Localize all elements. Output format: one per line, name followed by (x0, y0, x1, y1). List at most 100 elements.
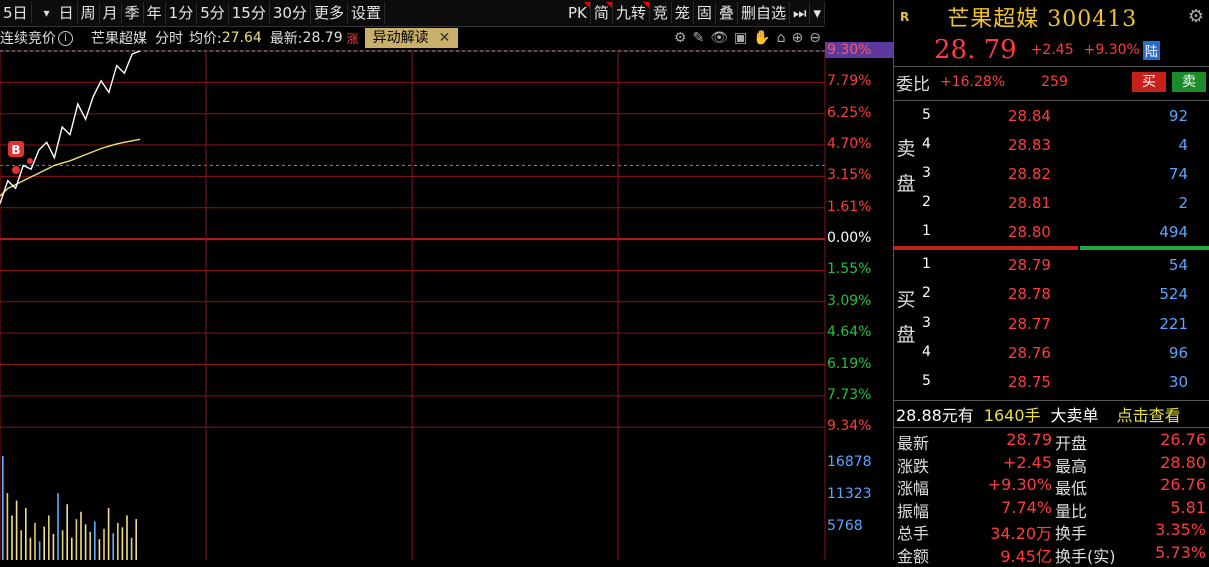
big-order-link[interactable]: 点击查看 (1117, 402, 1181, 426)
quote-header: R 芒果超媒 300413 ⚙ (894, 0, 1209, 34)
order-ratio-diff: 259 (1041, 74, 1068, 90)
ask-volume: 74 (1168, 165, 1188, 183)
ask-price: 28.84 (1008, 107, 1051, 125)
volume-bar (48, 515, 50, 560)
ask-volume: 92 (1168, 107, 1188, 125)
zoom-out-icon[interactable]: ⊖ (809, 30, 821, 46)
price-change: +2.45 (1030, 42, 1074, 58)
ask-row[interactable]: 3 28.82 74 (894, 159, 1209, 188)
anomaly-label: 异动解读 (372, 30, 429, 46)
stat-value: 9.45亿 (1000, 546, 1052, 566)
sell-button[interactable]: 卖 (1172, 72, 1206, 92)
price-axis-label: 7.73% (827, 386, 872, 403)
period-tab[interactable]: 周 (78, 2, 100, 24)
stock-title: 芒果超媒 300413 (947, 7, 1138, 32)
bag-icon[interactable]: ▣ (734, 30, 747, 46)
bid-level: 3 (922, 314, 931, 331)
ask-row[interactable]: 5 28.84 92 (894, 101, 1209, 130)
close-icon[interactable]: ✕ (439, 30, 451, 46)
volume-bar (94, 521, 96, 560)
buy-button[interactable]: 买 (1132, 72, 1166, 92)
buy-marker-label: B (11, 143, 20, 157)
period-tab[interactable]: 更多 (311, 2, 348, 24)
bid-row[interactable]: 2 28.78 524 (894, 279, 1209, 308)
price-line (0, 50, 141, 205)
intraday-chart[interactable]: B (0, 0, 893, 560)
period-tab[interactable]: 5日 (0, 2, 32, 24)
big-order-alert[interactable]: 28.88元有 1640手 大卖单 点击查看 (894, 400, 1209, 427)
bid-row[interactable]: 3 28.77 221 (894, 309, 1209, 338)
period-tab[interactable]: 5分 (197, 2, 229, 24)
lock-icon[interactable]: ⌂ (777, 30, 786, 46)
volume-bar (71, 537, 73, 560)
ask-row[interactable]: 2 28.81 2 (894, 188, 1209, 217)
ask-price: 28.83 (1008, 136, 1051, 154)
tool-button[interactable]: 九转 (613, 2, 650, 24)
volume-bar (98, 539, 101, 560)
volume-bar (80, 511, 82, 560)
stock-name-label: 芒果超媒 (91, 31, 147, 47)
period-tab[interactable]: 季 (122, 2, 144, 24)
period-tab[interactable]: 1分 (166, 2, 198, 24)
tool-button[interactable]: 固 (694, 2, 716, 24)
period-tab[interactable]: 年 (144, 2, 166, 24)
volume-bar (107, 508, 110, 560)
stats-row: 涨跌 +2.45 最高 28.80 (894, 451, 1209, 476)
intraday-chart-panel[interactable]: B 5日 ▾ 日周月季年 1分 5分 15分 30分 更多 设置 PK 简九转竞笼固叠删自选 ⏭ ▾ … (0, 0, 895, 560)
ask-level: 1 (922, 223, 931, 239)
bid-level: 5 (922, 373, 931, 390)
period-tab[interactable]: 设置 (348, 2, 385, 24)
tool-button[interactable]: 叠 (716, 2, 738, 24)
price-axis-label: 4.64% (827, 324, 872, 341)
volume-bar (89, 531, 91, 560)
ask-price: 28.82 (1008, 165, 1051, 183)
ask-price: 28.80 (1008, 223, 1051, 241)
period-toolbar: 5日 ▾ 日周月季年 1分 5分 15分 30分 更多 设置 PK 简九转竞笼固叠删自选 ⏭ ▾ (0, 0, 825, 27)
period-tab[interactable]: 15分 (229, 2, 270, 24)
zoom-in-icon[interactable]: ⊕ (792, 30, 804, 46)
tool-button[interactable]: 简 (591, 2, 613, 24)
bid-row[interactable]: 4 28.76 96 (894, 338, 1209, 367)
price-axis-label: 3.09% (827, 292, 872, 309)
ask-row[interactable]: 1 28.80 494 (894, 217, 1209, 246)
price-row: 28. 79 +2.45 +9.30% 陆 (894, 34, 1209, 66)
volume-bar (75, 519, 78, 560)
bid-price: 28.79 (1008, 256, 1051, 274)
tool-button[interactable]: 删自选 (738, 2, 790, 24)
bid-row[interactable]: 5 28.75 30 (894, 367, 1209, 396)
volume-bar (38, 541, 41, 560)
price-axis-label: 9.34% (827, 418, 872, 435)
quote-panel: R 芒果超媒 300413 ⚙ 28. 79 +2.45 +9.30% 陆 委比… (893, 0, 1209, 566)
skip-next-icon[interactable]: ⏭ (790, 2, 811, 24)
bid-row[interactable]: 1 28.79 54 (894, 250, 1209, 279)
pen-icon[interactable]: ✎ (692, 30, 704, 46)
order-ratio-pct: +16.28% (940, 74, 1006, 90)
info-icon[interactable]: i (58, 30, 73, 46)
period-tab[interactable]: 月 (100, 2, 122, 24)
dropdown-arrow-icon[interactable]: ▾ (810, 2, 825, 24)
price-change-pct: +9.30% (1083, 42, 1140, 58)
ask-volume: 2 (1178, 194, 1188, 212)
gear-icon[interactable]: ⚙ (1188, 6, 1204, 27)
tool-button[interactable]: PK (565, 2, 591, 24)
price-axis-label: 0.00% (827, 230, 872, 247)
bid-price: 28.75 (1008, 373, 1051, 392)
eye-icon[interactable]: 👁 (710, 30, 728, 46)
tool-button[interactable]: 竞 (650, 2, 672, 24)
price-axis-label: 1.55% (827, 261, 872, 278)
stat-value: 5.81 (1170, 497, 1206, 517)
hand-icon[interactable]: ✋ (753, 30, 770, 46)
volume-bar (6, 493, 9, 560)
period-tab[interactable]: 日 (56, 2, 78, 24)
stats-row: 总手 34.20万 换手 3.35% (894, 518, 1209, 543)
big-order-price: 28.88元有 (896, 406, 974, 425)
tool-button[interactable]: 笼 (672, 2, 694, 24)
chevron-down-icon[interactable]: ▾ (44, 6, 50, 20)
price-axis-label: 1.61% (827, 198, 872, 215)
buy-point (27, 158, 33, 164)
volume-bar (52, 534, 55, 560)
anomaly-interpretation-tab[interactable]: 异动解读 ✕ (364, 28, 459, 48)
settings-icon[interactable]: ⚙ (674, 30, 687, 46)
ask-row[interactable]: 4 28.83 4 (894, 130, 1209, 159)
period-tab[interactable]: 30分 (270, 2, 311, 24)
